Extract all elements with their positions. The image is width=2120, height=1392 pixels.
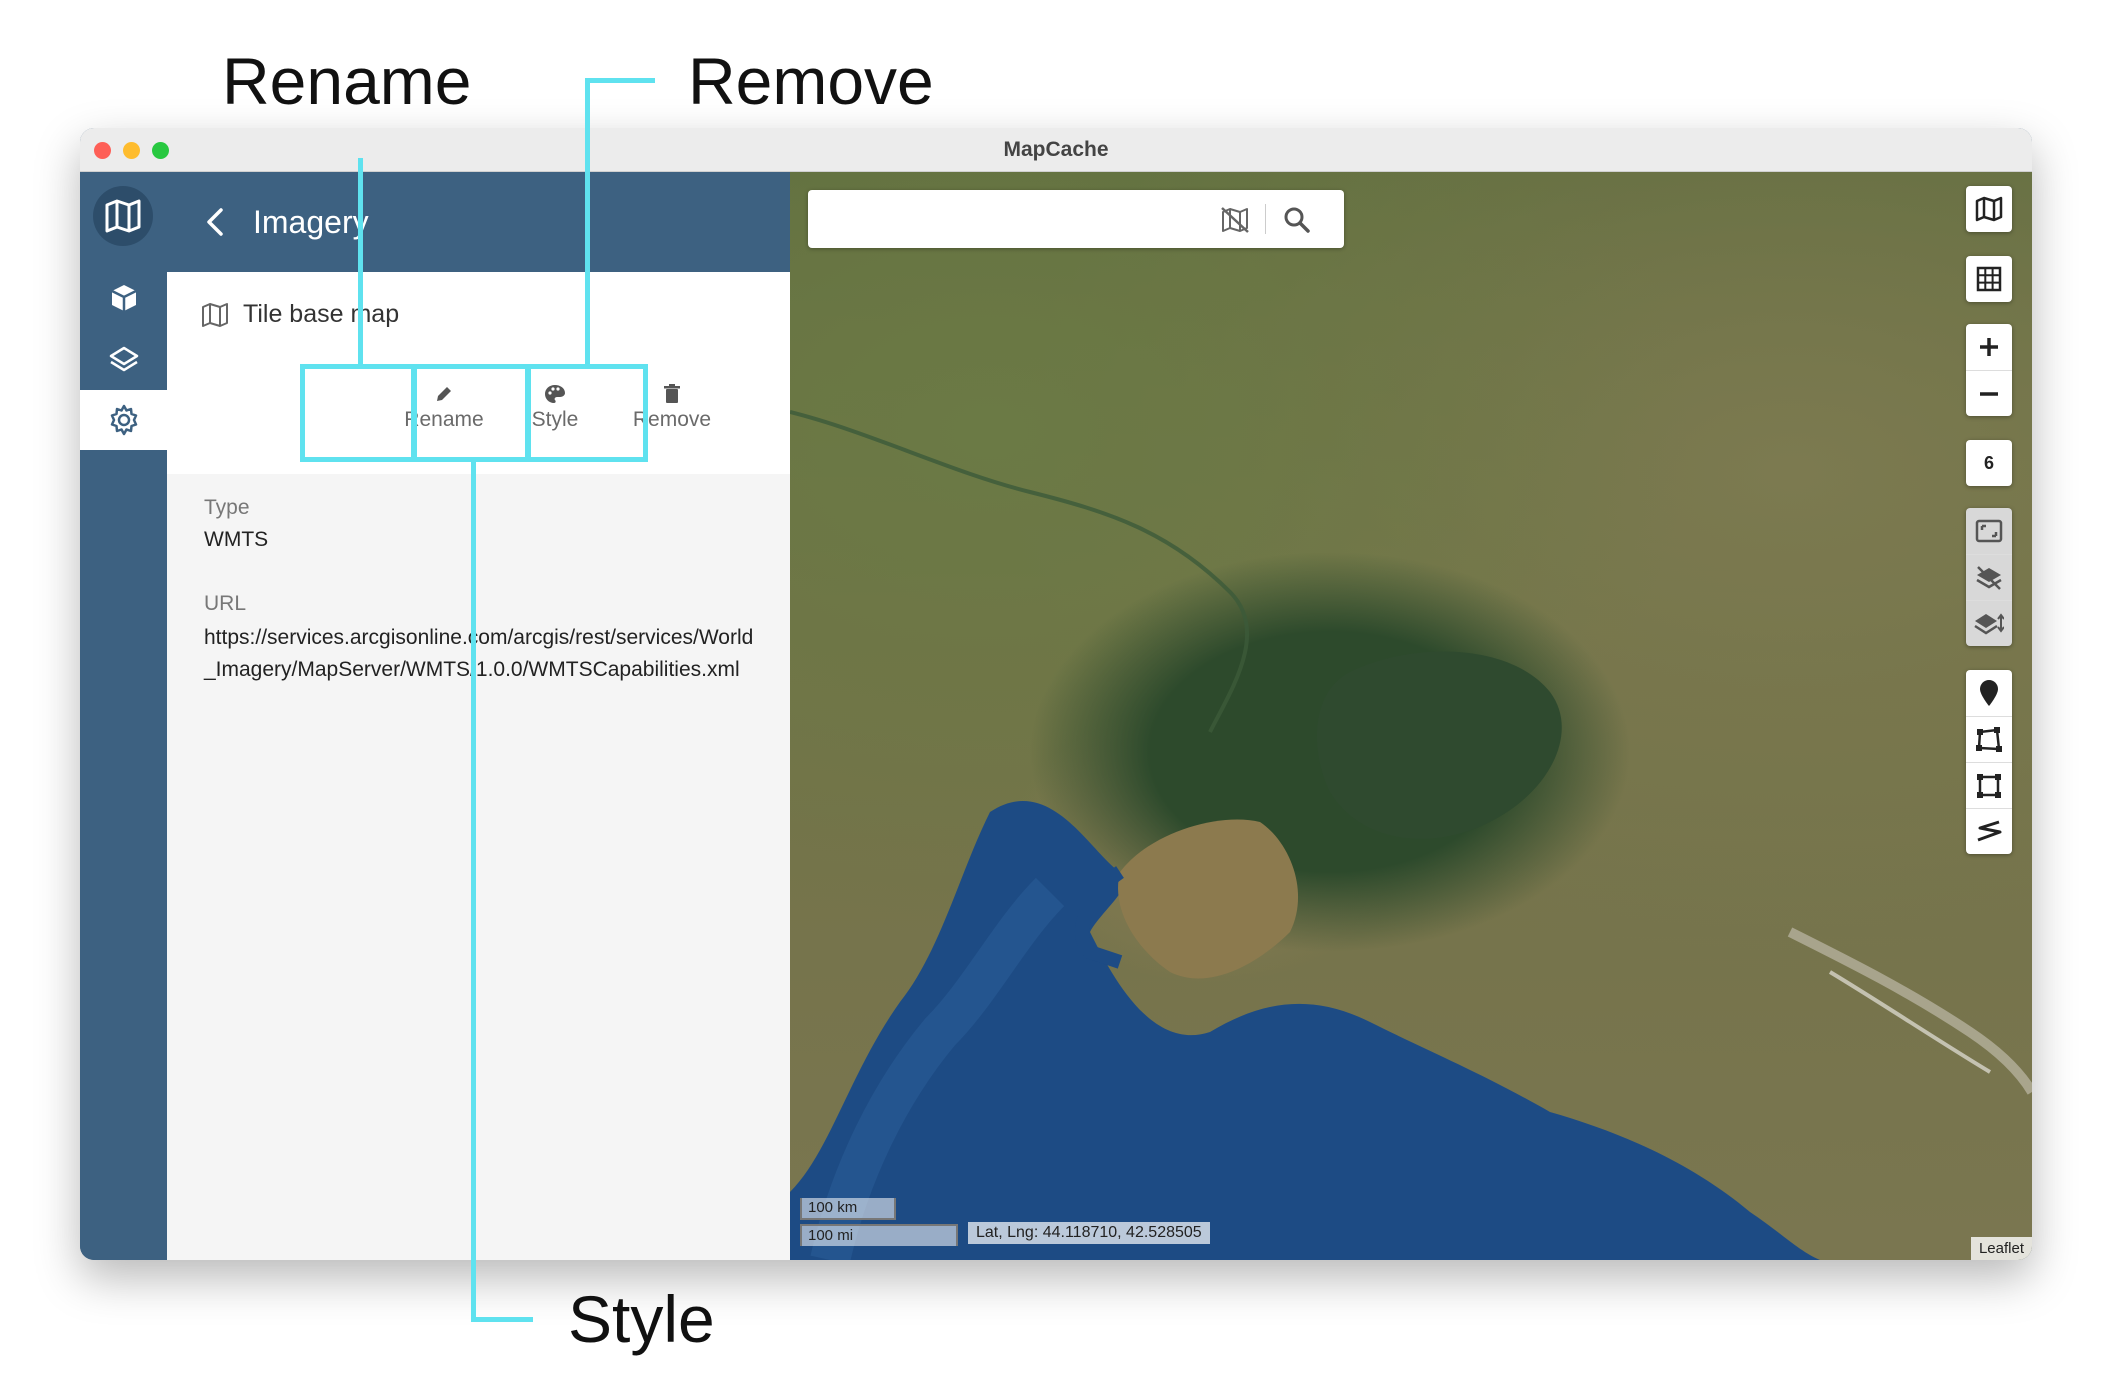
draw-control (1966, 670, 2012, 854)
scale-mi: 100 mi (800, 1224, 958, 1246)
map-view[interactable]: 6 100 km 100 mi Lat, Lng: 44.118710, 42.… (790, 172, 2032, 1260)
style-leader-line-v (471, 460, 476, 1322)
nav-settings-button[interactable] (80, 390, 167, 450)
type-label: Type (204, 496, 250, 519)
grid-button[interactable] (1966, 256, 2012, 302)
divider (1265, 204, 1266, 234)
title-bar: MapCache (80, 128, 2032, 172)
layers-icon (109, 346, 138, 372)
app-logo-icon (93, 186, 153, 246)
highlight-remove (526, 364, 648, 462)
settings-icon (110, 404, 137, 436)
map-off-icon (1221, 207, 1249, 233)
url-value: https://services.arcgisonline.com/arcgis… (204, 626, 754, 681)
url-label: URL (204, 592, 247, 615)
panel-title: Imagery (253, 204, 369, 240)
rectangle-icon (1977, 773, 2001, 798)
basemap-button[interactable] (1966, 186, 2012, 232)
hide-map-button[interactable] (1218, 203, 1252, 237)
cube-icon (110, 285, 137, 311)
map-icon (1975, 196, 2003, 222)
plus-icon (1980, 338, 1998, 356)
draw-rectangle-button[interactable] (1966, 762, 2012, 808)
map-imagery (790, 410, 2032, 1260)
grid-icon (1976, 266, 2002, 292)
panel-header: Imagery (167, 172, 790, 272)
layer-detail-panel: Imagery Tile base map Rename Style Remov… (167, 172, 790, 1260)
map-icon (202, 302, 228, 327)
rename-leader-line (358, 158, 363, 366)
leaflet-attribution[interactable]: Leaflet (1970, 1237, 2032, 1260)
fit-extent-icon (1975, 519, 2003, 543)
annotation-remove-label: Remove (688, 44, 934, 118)
basemap-control (1966, 186, 2012, 232)
view-tools-control (1966, 508, 2012, 646)
zoom-out-button[interactable] (1966, 370, 2012, 416)
zoom-in-button[interactable] (1966, 324, 2012, 370)
draw-line-button[interactable] (1966, 808, 2012, 854)
polyline-icon (1977, 820, 2002, 841)
window-title: MapCache (1003, 138, 1109, 161)
type-value: WMTS (204, 528, 269, 551)
nav-rail (80, 172, 167, 1260)
search-input[interactable] (820, 200, 1204, 240)
reorder-layers-button[interactable] (1966, 600, 2012, 646)
layer-name-row: Tile base map (201, 300, 399, 329)
nav-projects-button[interactable] (80, 268, 167, 328)
search-icon (1284, 207, 1310, 233)
layers-off-icon (1976, 565, 2002, 590)
layers-reorder-icon (1974, 612, 2004, 634)
fit-extent-button[interactable] (1966, 508, 2012, 554)
nav-layers-button[interactable] (80, 330, 167, 390)
highlight-rename (300, 364, 416, 462)
scale-km: 100 km (800, 1198, 896, 1220)
cursor-coordinates: Lat, Lng: 44.118710, 42.528505 (968, 1222, 1210, 1244)
clear-layers-button[interactable] (1966, 554, 2012, 600)
remove-leader-line-v (585, 78, 590, 366)
style-leader-line-h (471, 1317, 533, 1322)
zoom-level: 6 (1983, 452, 1994, 473)
remove-leader-line-h (585, 78, 655, 83)
chevron-left-icon (207, 208, 223, 236)
trash-icon (664, 384, 680, 403)
back-button[interactable] (195, 202, 235, 242)
highlight-style (412, 364, 530, 462)
polygon-icon (1976, 726, 2002, 752)
annotation-rename-label: Rename (222, 44, 472, 118)
grid-control (1966, 256, 2012, 302)
annotation-style-label: Style (568, 1282, 715, 1356)
layer-name: Tile base map (243, 300, 400, 328)
draw-polygon-button[interactable] (1966, 716, 2012, 762)
search-button[interactable] (1280, 203, 1314, 237)
zoom-level-control: 6 (1966, 440, 2012, 486)
minus-icon (1980, 391, 1998, 396)
zoom-control (1966, 324, 2012, 416)
map-search-box (808, 190, 1344, 248)
app-window: MapCache Imagery Tile base map Rename St… (80, 128, 2032, 1260)
draw-point-button[interactable] (1966, 670, 2012, 716)
map-marker-icon (1980, 680, 1998, 706)
